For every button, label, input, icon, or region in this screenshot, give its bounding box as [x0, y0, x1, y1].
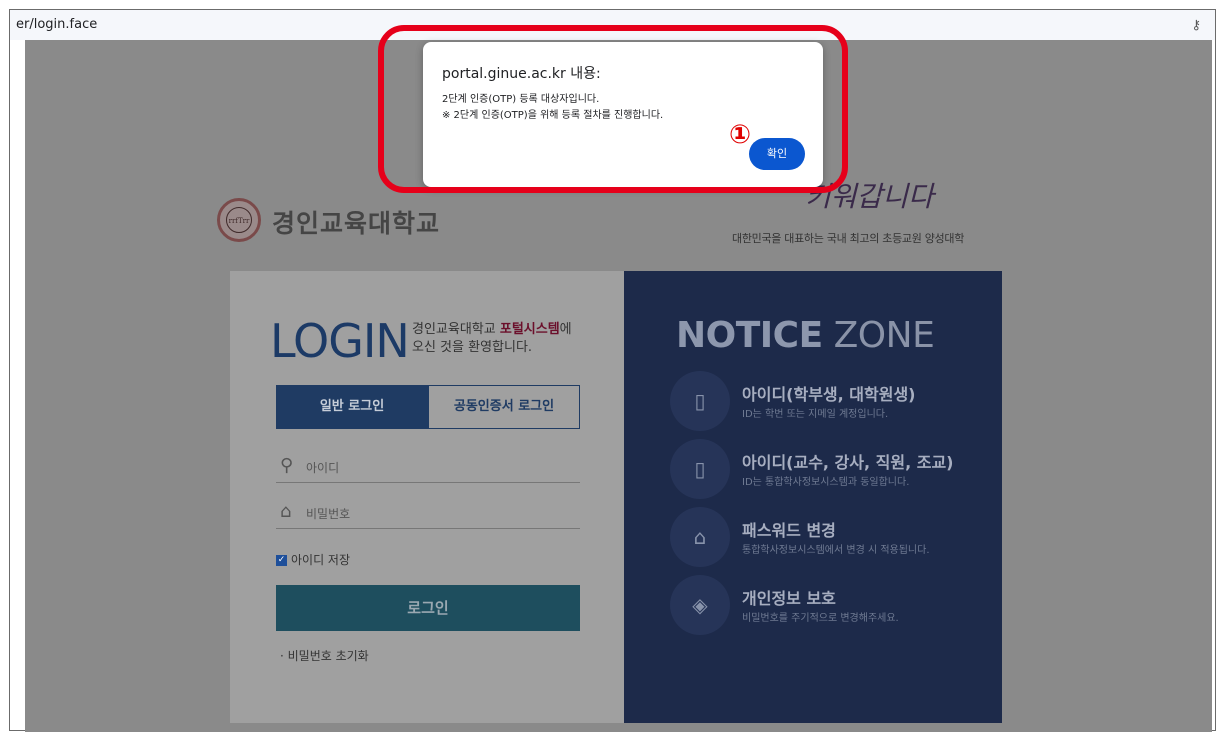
id-card-icon: ▯ [670, 371, 730, 431]
notice-item: ▯ 아이디(학부생, 대학원생) ID는 학번 또는 지메일 계정입니다. [670, 371, 990, 431]
welcome-prefix: 경인교육대학교 [412, 322, 500, 337]
university-name: 경인교육대학교 [272, 209, 441, 238]
notice-item: ◈ 개인정보 보호 비밀번호를 주기적으로 변경해주세요. [670, 575, 990, 635]
notice-title-light: ZONE [822, 315, 935, 356]
notice-item-title: 개인정보 보호 [742, 589, 836, 608]
notice-item: ▯ 아이디(교수, 강사, 직원, 조교) ID는 통합학사정보시스템과 동일합… [670, 439, 990, 499]
checkbox-icon[interactable]: ✓ [276, 555, 287, 566]
password-reset-link[interactable]: · 비밀번호 초기화 [280, 647, 369, 664]
lock-icon: ⌂ [280, 501, 292, 522]
notice-item-title: 아이디(교수, 강사, 직원, 조교) [742, 453, 954, 472]
welcome-suffix: 에 [559, 322, 572, 337]
user-icon: ⚲ [280, 455, 294, 476]
notice-panel: NOTICE ZONE ▯ 아이디(학부생, 대학원생) ID는 학번 또는 지… [624, 271, 1002, 723]
annotation-highlight-box [378, 25, 848, 193]
login-panel: LOGIN 경인교육대학교 포털시스템에 오신 것을 환영합니다. 일반 로그인… [230, 271, 626, 723]
password-field[interactable]: ⌂ 비밀번호 [276, 497, 580, 529]
tab-normal-login[interactable]: 일반 로그인 [276, 385, 428, 429]
welcome-highlight: 포털시스템 [499, 322, 560, 337]
slogan-subtitle: 대한민국을 대표하는 국내 최고의 초등교원 양성대학 [732, 232, 965, 245]
logo-seal: rrfTrr [226, 207, 252, 233]
notice-item-title: 패스워드 변경 [742, 521, 836, 540]
id-placeholder: 아이디 [306, 461, 340, 475]
shield-icon: ◈ [670, 575, 730, 635]
save-id-checkbox[interactable]: ✓ 아이디 저장 [276, 551, 350, 568]
login-welcome: 경인교육대학교 포털시스템에 오신 것을 환영합니다. [412, 321, 572, 357]
notice-item: ⌂ 패스워드 변경 통합학사정보시스템에서 변경 시 적용됩니다. [670, 507, 990, 567]
notice-item-desc: ID는 통합학사정보시스템과 동일합니다. [742, 477, 910, 488]
id-card-icon: ▯ [670, 439, 730, 499]
key-icon[interactable]: ⚷ [1191, 18, 1201, 33]
university-logo: rrfTrr [217, 198, 261, 242]
url-text[interactable]: er/login.face [16, 17, 97, 32]
tab-cert-login[interactable]: 공동인증서 로그인 [428, 385, 580, 429]
notice-title-bold: NOTICE [676, 315, 823, 356]
password-placeholder: 비밀번호 [306, 507, 351, 521]
login-title: LOGIN [270, 314, 410, 368]
step-marker: ① [728, 120, 751, 150]
notice-item-desc: ID는 학번 또는 지메일 계정입니다. [742, 409, 889, 420]
lock-icon: ⌂ [670, 507, 730, 567]
notice-item-title: 아이디(학부생, 대학원생) [742, 385, 916, 404]
login-button[interactable]: 로그인 [276, 585, 580, 631]
welcome-line2: 오신 것을 환영합니다. [412, 340, 533, 355]
notice-title: NOTICE ZONE [676, 315, 935, 356]
notice-item-desc: 통합학사정보시스템에서 변경 시 적용됩니다. [742, 545, 930, 556]
save-id-label: 아이디 저장 [291, 553, 351, 567]
id-field[interactable]: ⚲ 아이디 [276, 451, 580, 483]
notice-item-desc: 비밀번호를 주기적으로 변경해주세요. [742, 613, 899, 624]
